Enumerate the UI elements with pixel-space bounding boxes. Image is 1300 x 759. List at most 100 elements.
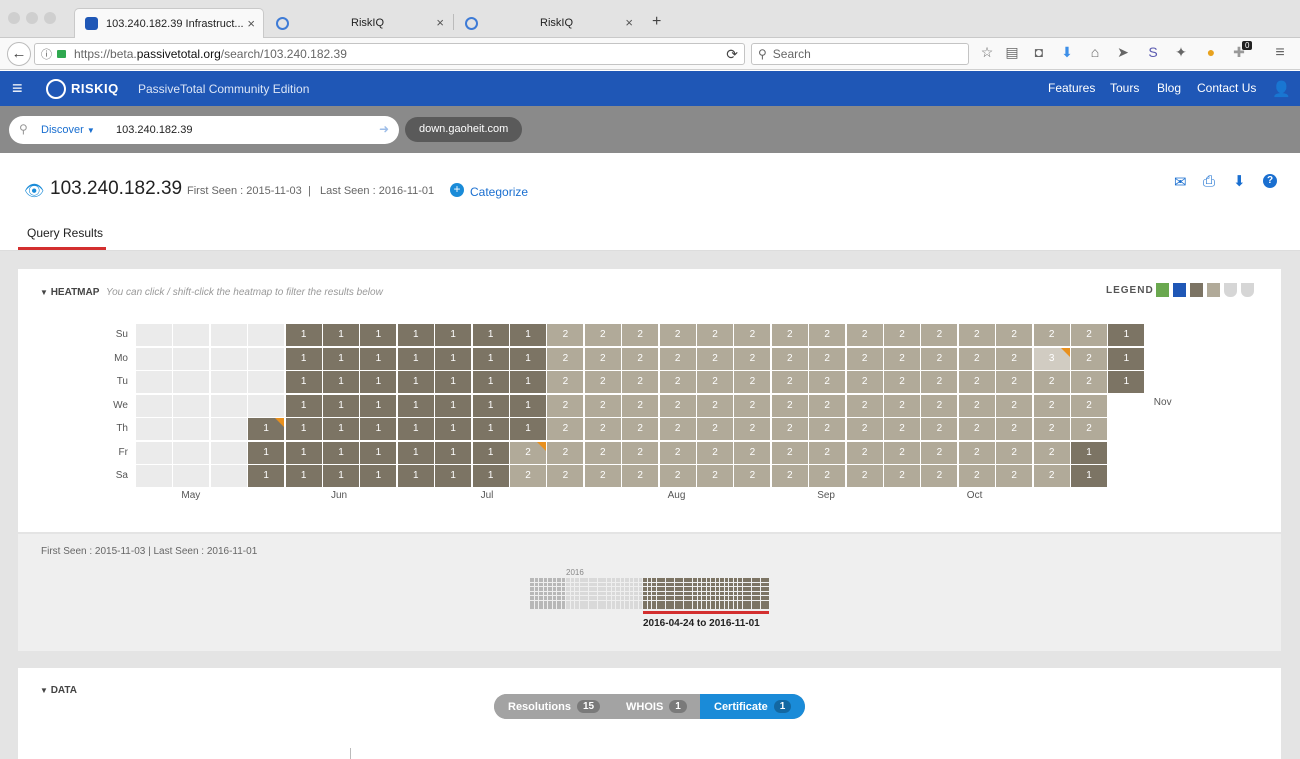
heatmap-cell[interactable]: 1 (472, 347, 509, 370)
menu-icon[interactable]: ≡ (1271, 44, 1289, 62)
heatmap-cell[interactable]: 1 (397, 441, 434, 464)
data-toggle[interactable]: ▼ DATA (40, 685, 77, 696)
heatmap-cell[interactable] (173, 324, 210, 346)
heatmap-cell[interactable]: 2 (584, 418, 621, 440)
heatmap-cell[interactable]: 2 (846, 394, 883, 417)
heatmap-cell[interactable] (136, 418, 172, 440)
heatmap-cell[interactable]: 1 (472, 441, 509, 464)
extension-s-icon[interactable]: S (1144, 44, 1162, 60)
heatmap-cell[interactable]: 2 (809, 394, 846, 417)
heatmap-cell[interactable]: 2 (659, 347, 696, 370)
heatmap-cell[interactable] (248, 347, 285, 370)
watch-eye-icon[interactable]: 👁 (24, 181, 44, 201)
heatmap-cell[interactable]: 1 (323, 465, 359, 487)
heatmap-cell[interactable]: 2 (996, 418, 1033, 440)
info-icon[interactable]: ⓘ (41, 46, 52, 62)
heatmap-cell[interactable]: 1 (323, 441, 359, 464)
heatmap-cell[interactable]: 2 (547, 418, 584, 440)
heatmap-cell[interactable]: 2 (809, 347, 846, 370)
heatmap-cell[interactable] (210, 394, 247, 417)
heatmap-cell[interactable]: 1 (472, 465, 509, 487)
heatmap-cell[interactable]: 2 (659, 371, 696, 393)
pocket-icon[interactable]: ◘ (1030, 44, 1048, 60)
back-button[interactable]: ← (7, 42, 31, 66)
heatmap-cell[interactable]: 1 (285, 394, 322, 417)
heatmap-cell[interactable]: 2 (809, 441, 846, 464)
user-icon[interactable]: 👤 (1272, 80, 1291, 98)
heatmap-cell[interactable]: 2 (1071, 418, 1107, 440)
heatmap-cell[interactable]: 2 (584, 394, 621, 417)
heatmap-cell[interactable]: 2 (659, 394, 696, 417)
search-query-input[interactable]: 103.240.182.39 (116, 124, 192, 136)
heatmap-cell[interactable] (210, 347, 247, 370)
heatmap-cell[interactable] (136, 347, 172, 370)
heatmap-cell[interactable]: 2 (921, 441, 958, 464)
heatmap-cell[interactable] (173, 465, 210, 487)
heatmap-cell[interactable]: 1 (323, 371, 359, 393)
heatmap-cell[interactable]: 1 (472, 324, 509, 346)
nav-tours[interactable]: Tours (1110, 81, 1139, 95)
heatmap-cell[interactable]: 2 (846, 418, 883, 440)
heatmap-cell[interactable]: 2 (697, 394, 733, 417)
home-icon[interactable]: ⌂ (1086, 44, 1104, 60)
heatmap-cell[interactable]: 2 (584, 347, 621, 370)
heatmap-cell[interactable]: 2 (510, 465, 546, 487)
search-bar[interactable]: ⚲ Discover ▼ 103.240.182.39 ➜ (9, 116, 399, 144)
heatmap-cell[interactable]: 2 (846, 465, 883, 487)
heatmap-cell[interactable]: 1 (397, 394, 434, 417)
browser-tab[interactable]: RiskIQ × (455, 8, 641, 38)
heatmap-cell[interactable]: 1 (510, 324, 546, 346)
heatmap-cell[interactable] (136, 371, 172, 393)
new-tab-button[interactable]: + (652, 13, 661, 31)
download-icon[interactable]: ⬇ (1233, 172, 1246, 190)
heatmap-cell[interactable]: 1 (397, 465, 434, 487)
heatmap-cell[interactable] (210, 371, 247, 393)
heatmap-cell[interactable]: 2 (884, 418, 920, 440)
nav-blog[interactable]: Blog (1157, 81, 1181, 95)
heatmap-cell[interactable]: 1 (435, 394, 472, 417)
heatmap-cell[interactable] (248, 324, 285, 346)
heatmap-cell[interactable]: 1 (1108, 324, 1145, 346)
heatmap-cell[interactable]: 1 (397, 418, 434, 440)
heatmap-cell[interactable]: 2 (697, 347, 733, 370)
heatmap-cell[interactable]: 1 (248, 418, 285, 440)
heatmap-cell[interactable]: 2 (697, 418, 733, 440)
nav-contact-us[interactable]: Contact Us (1197, 81, 1256, 95)
heatmap-cell[interactable]: 2 (734, 394, 771, 417)
search-mode-dropdown[interactable]: Discover ▼ (41, 124, 95, 136)
close-window-button[interactable] (8, 12, 20, 24)
heatmap-cell[interactable] (173, 371, 210, 393)
heatmap-cell[interactable]: 2 (996, 441, 1033, 464)
heatmap-cell[interactable]: 1 (510, 371, 546, 393)
heatmap-cell[interactable] (136, 465, 172, 487)
heatmap-cell[interactable]: 1 (435, 347, 472, 370)
help-icon[interactable]: ? (1263, 174, 1277, 188)
heatmap-cell[interactable]: 2 (846, 441, 883, 464)
heatmap-cell[interactable]: 1 (285, 465, 322, 487)
heatmap-cell[interactable]: 2 (884, 324, 920, 346)
close-tab-icon[interactable]: × (436, 15, 444, 30)
heatmap-cell[interactable]: 2 (846, 371, 883, 393)
heatmap-cell[interactable]: 2 (547, 347, 584, 370)
heatmap-cell[interactable]: 2 (622, 371, 659, 393)
tab-query-results[interactable]: Query Results (27, 226, 103, 240)
browser-tab-active[interactable]: 103.240.182.39 Infrastruct... × (74, 8, 264, 38)
heatmap-cell[interactable]: 1 (360, 418, 397, 440)
close-tab-icon[interactable]: × (247, 16, 255, 31)
heatmap-cell[interactable] (136, 394, 172, 417)
heatmap-cell[interactable]: 2 (1033, 324, 1070, 346)
heatmap-cell[interactable]: 1 (435, 418, 472, 440)
browser-tab[interactable]: RiskIQ × (266, 8, 452, 38)
heatmap-cell[interactable]: 2 (958, 324, 995, 346)
heatmap-cell[interactable]: 2 (771, 418, 808, 440)
zoom-window-button[interactable] (44, 12, 56, 24)
heatmap-cell[interactable]: 2 (547, 465, 584, 487)
heatmap-cell[interactable]: 2 (958, 465, 995, 487)
nav-features[interactable]: Features (1048, 81, 1095, 95)
categorize-link[interactable]: Categorize (470, 185, 528, 199)
heatmap-cell[interactable]: 1 (323, 324, 359, 346)
heatmap-cell[interactable]: 2 (996, 394, 1033, 417)
heatmap-cell[interactable]: 2 (809, 418, 846, 440)
heatmap-cell[interactable]: 2 (734, 465, 771, 487)
heatmap-cell[interactable]: 1 (360, 347, 397, 370)
